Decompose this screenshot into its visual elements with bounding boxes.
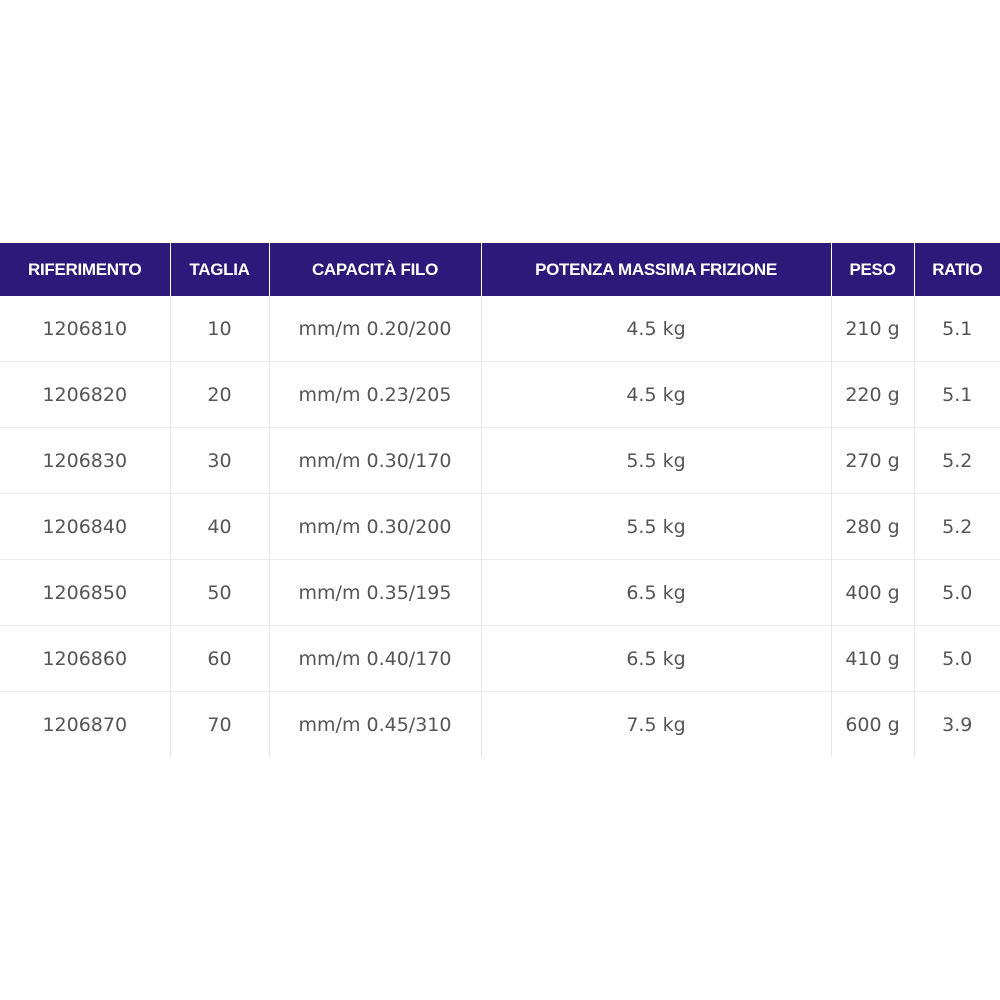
table-row: 1206810 10 mm/m 0.20/200 4.5 kg 210 g 5.…: [0, 296, 1000, 362]
cell-capacita-filo: mm/m 0.23/205: [268, 361, 481, 428]
cell-ratio: 3.9: [913, 691, 1000, 757]
cell-riferimento: 1206870: [0, 691, 170, 757]
table-row: 1206860 60 mm/m 0.40/170 6.5 kg 410 g 5.…: [0, 625, 1000, 692]
table-header: RIFERIMENTO TAGLIA CAPACITÀ FILO POTENZA…: [0, 243, 1000, 296]
table-row: 1206840 40 mm/m 0.30/200 5.5 kg 280 g 5.…: [0, 493, 1000, 560]
cell-peso: 280 g: [830, 493, 914, 560]
cell-peso: 210 g: [830, 296, 914, 362]
cell-riferimento: 1206810: [42, 317, 128, 340]
cell-taglia: 50: [169, 559, 269, 626]
cell-riferimento: 1206840: [0, 493, 170, 560]
column-header-capacita-filo: CAPACITÀ FILO: [268, 243, 481, 296]
cell-riferimento: 1206830: [0, 427, 170, 494]
column-header-potenza-massima-frizione: POTENZA MASSIMA FRIZIONE: [480, 243, 831, 296]
column-header-ratio: RATIO: [913, 243, 1000, 296]
header-row: RIFERIMENTO TAGLIA CAPACITÀ FILO POTENZA…: [0, 243, 1000, 296]
cell-taglia: 30: [169, 427, 269, 494]
cell-potenza-frizione: 7.5 kg: [480, 691, 831, 757]
cell-peso: 410 g: [830, 625, 914, 692]
cell-taglia: 10: [169, 296, 269, 362]
cell-peso: 400 g: [830, 559, 914, 626]
cell-capacita-filo: mm/m 0.20/200: [268, 296, 481, 362]
cell-peso: 220 g: [830, 361, 914, 428]
cell-riferimento: 1206850: [0, 559, 170, 626]
cell-taglia: 70: [169, 691, 269, 757]
cell-capacita-filo: mm/m 0.30/170: [268, 427, 481, 494]
cell-taglia: 40: [169, 493, 269, 560]
cell-capacita-filo: mm/m 0.35/195: [268, 559, 481, 626]
cell-capacita-filo: mm/m 0.45/310: [268, 691, 481, 757]
cell-peso: 600 g: [830, 691, 914, 757]
column-header-peso: PESO: [830, 243, 914, 296]
table-row: 1206830 30 mm/m 0.30/170 5.5 kg 270 g 5.…: [0, 427, 1000, 494]
cell-potenza-frizione: 6.5 kg: [480, 625, 831, 692]
cell-potenza-frizione: 4.5 kg: [480, 296, 831, 362]
table-row: 1206870 70 mm/m 0.45/310 7.5 kg 600 g 3.…: [0, 691, 1000, 757]
table-body: 1206810 10 mm/m 0.20/200 4.5 kg 210 g 5.…: [0, 296, 1000, 757]
cell-potenza-frizione: 4.5 kg: [480, 361, 831, 428]
spec-table: RIFERIMENTO TAGLIA CAPACITÀ FILO POTENZA…: [0, 243, 1000, 757]
cell-potenza-frizione: 6.5 kg: [480, 559, 831, 626]
cell-potenza-frizione: 5.5 kg: [480, 427, 831, 494]
cell-ratio: 5.2: [913, 493, 1000, 560]
column-header-taglia: TAGLIA: [169, 243, 269, 296]
cell-peso: 270 g: [830, 427, 914, 494]
cell-ratio: 5.0: [913, 625, 1000, 692]
cell-riferimento: 1206860: [0, 625, 170, 692]
cell-taglia: 20: [169, 361, 269, 428]
cell-capacita-filo: mm/m 0.40/170: [268, 625, 481, 692]
table-row: 1206820 20 mm/m 0.23/205 4.5 kg 220 g 5.…: [0, 361, 1000, 428]
cell-riferimento: 1206820: [0, 361, 170, 428]
cell-ratio: 5.1: [913, 361, 1000, 428]
cell-ratio: 5.0: [913, 559, 1000, 626]
cell-potenza-frizione: 5.5 kg: [480, 493, 831, 560]
cell-capacita-filo: mm/m 0.30/200: [268, 493, 481, 560]
cell-taglia: 60: [169, 625, 269, 692]
table-row: 1206850 50 mm/m 0.35/195 6.5 kg 400 g 5.…: [0, 559, 1000, 626]
cell-ratio: 5.1: [913, 296, 1000, 362]
cell-ratio: 5.2: [913, 427, 1000, 494]
column-header-riferimento: RIFERIMENTO: [0, 243, 170, 296]
